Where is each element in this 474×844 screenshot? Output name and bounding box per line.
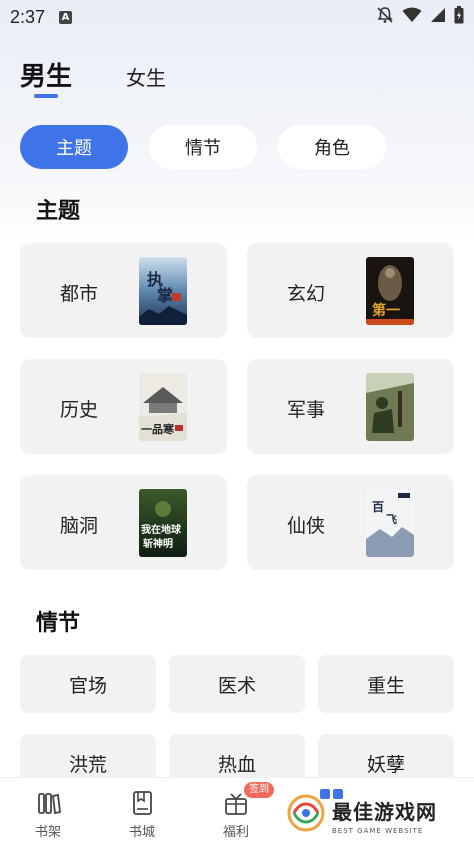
theme-card-label: 历史 [60,399,99,421]
theme-card-brainhole[interactable]: 脑洞 我在地球 斩神明 [20,475,227,570]
watermark-subtitle: BEST GAME WEBSITE [332,826,424,835]
active-tab-indicator [34,94,58,98]
watermark-logo-icon [286,793,326,837]
book-icon [112,788,172,818]
signal-icon [430,7,446,28]
theme-card-label: 脑洞 [60,515,99,537]
status-bar: 2:37 A [0,0,474,34]
book-cover: 一品寒 [139,373,187,441]
svg-text:百: 百 [372,500,384,514]
plot-chip-medicine[interactable]: 医术 [169,655,305,713]
tab-bookshelf[interactable]: 书架 [18,788,78,840]
theme-card-history[interactable]: 历史 一品寒 [20,359,227,454]
book-cover: 我在地球 斩神明 [139,489,187,557]
tab-female[interactable]: 女生 [126,62,166,91]
svg-text:我在地球: 我在地球 [141,523,182,536]
theme-card-label: 军事 [287,399,326,421]
svg-text:斩神明: 斩神明 [143,537,173,550]
bookshelf-icon [18,788,78,818]
sign-in-badge: 签到 [244,782,274,798]
wifi-icon [402,7,422,28]
tab-label: 书城 [128,825,155,840]
watermark-title: 最佳游戏网 [332,799,437,824]
theme-card-label: 仙侠 [287,515,326,537]
svg-text:一品寒: 一品寒 [141,422,175,436]
theme-card-military[interactable]: 军事 [247,359,454,454]
book-cover: 第一 [366,257,414,325]
book-cover [366,373,414,441]
status-icons [376,5,464,29]
filter-theme[interactable]: 主题 [20,125,128,169]
svg-text:掌: 掌 [157,286,173,305]
theme-card-urban[interactable]: 都市 执 掌 [20,243,227,338]
book-cover: 执 掌 [139,257,187,325]
book-cover: 百 飞 [366,489,414,557]
filter-role[interactable]: 角色 [278,125,386,169]
tab-male[interactable]: 男生 [20,56,72,93]
status-time: 2:37 [10,6,46,27]
svg-text:飞: 飞 [386,513,397,526]
section-title-plot: 情节 [36,611,81,636]
theme-card-xianxia[interactable]: 仙侠 百 飞 [247,475,454,570]
svg-text:第一: 第一 [372,302,400,319]
mute-bell-icon [376,6,394,29]
theme-card-label: 都市 [60,283,99,305]
theme-card-label: 玄幻 [287,283,326,305]
tab-label: 福利 [222,825,249,840]
battery-icon [454,5,464,29]
plot-chip-officialdom[interactable]: 官场 [20,655,156,713]
filter-plot[interactable]: 情节 [149,125,257,169]
tab-bookstore[interactable]: 书城 [112,788,172,840]
plot-chip-rebirth[interactable]: 重生 [318,655,454,713]
tab-label: 书架 [34,825,61,840]
section-title-theme: 主题 [36,199,81,224]
theme-card-fantasy[interactable]: 玄幻 第一 [247,243,454,338]
notification-a-icon: A [59,10,73,24]
site-watermark: 最佳游戏网 BEST GAME WEBSITE [286,790,466,840]
